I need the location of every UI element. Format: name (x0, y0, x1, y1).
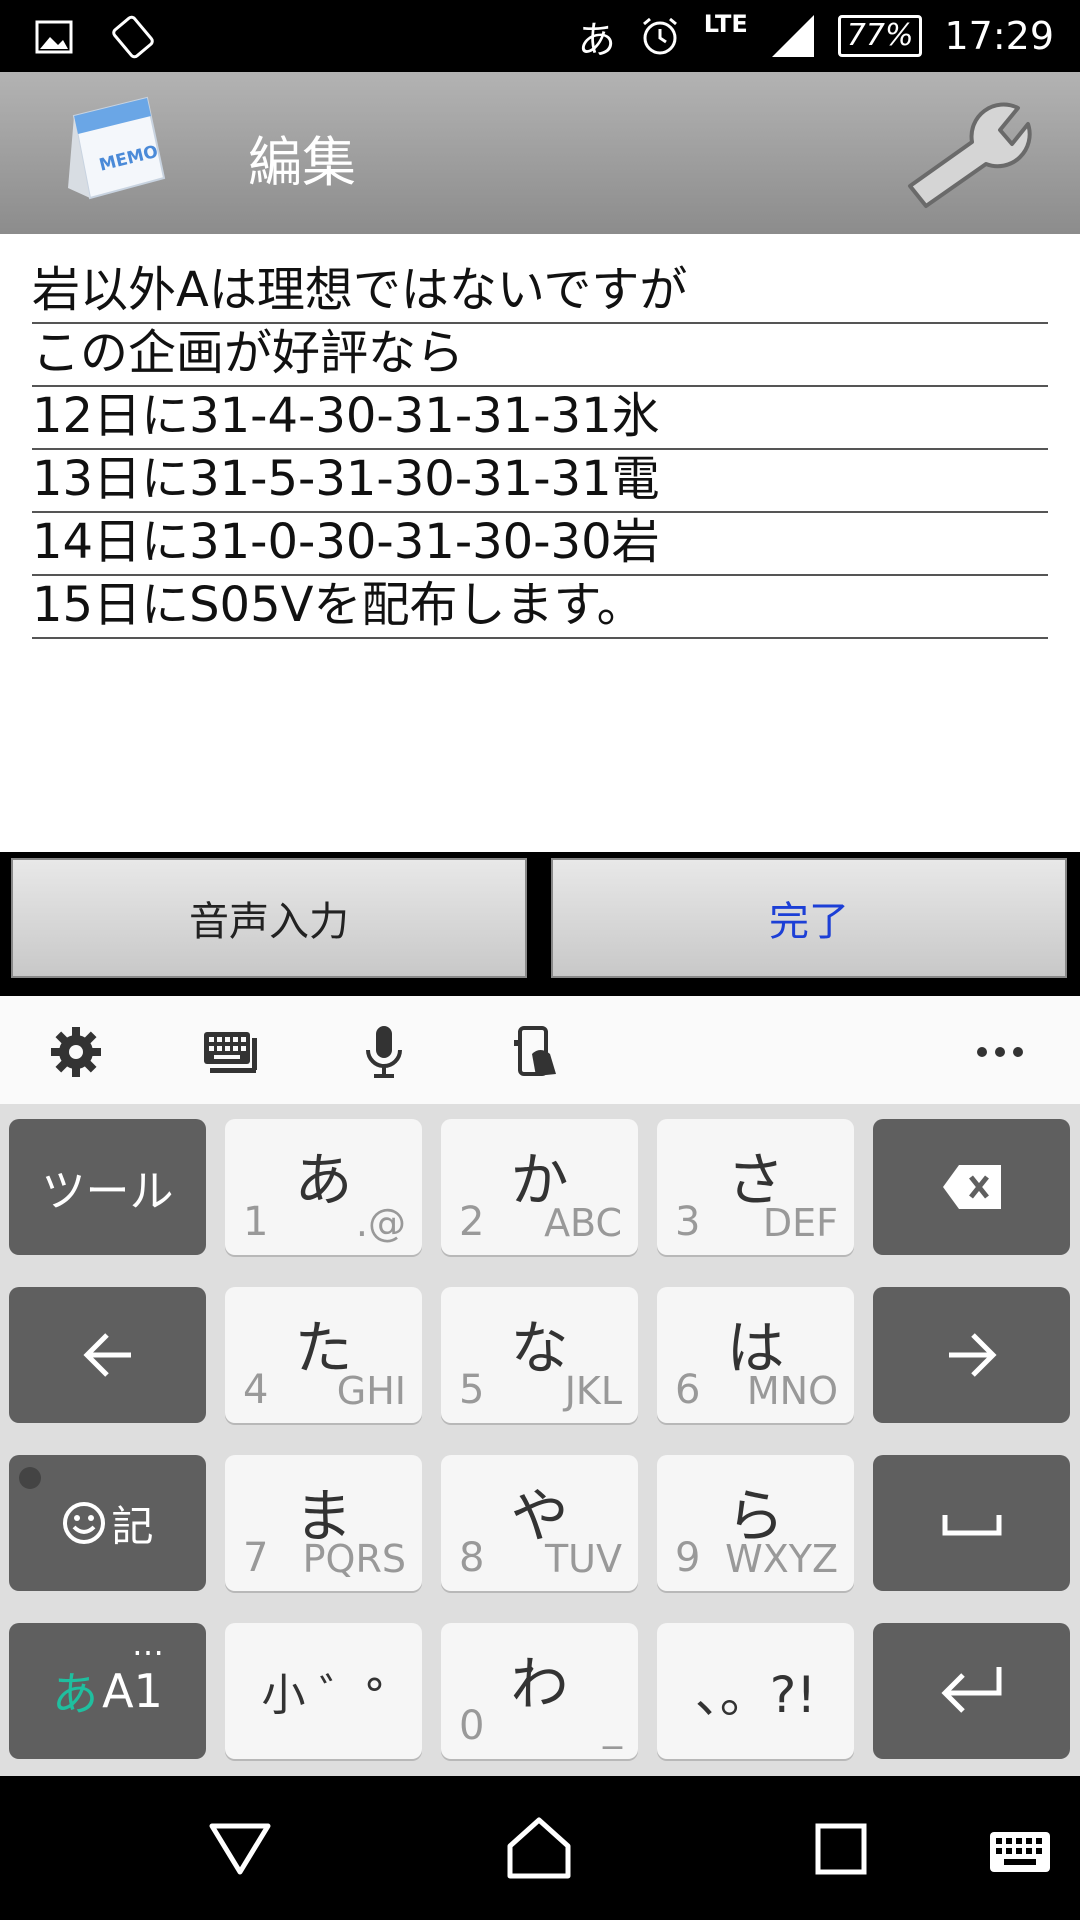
cursor-right-key[interactable] (873, 1287, 1070, 1423)
key-sub: .@ (355, 1201, 406, 1245)
action-bar: 音声入力 完了 (0, 852, 1080, 996)
key-sub: WXYZ (725, 1537, 838, 1581)
key-number: 2 (459, 1199, 485, 1245)
mode-alpha-label: A1 (102, 1664, 163, 1718)
key-number: 4 (243, 1367, 269, 1413)
enter-icon (941, 1667, 1002, 1713)
kana-key-ta[interactable]: た 4 GHI (225, 1287, 422, 1423)
key-sub: JKL (564, 1369, 622, 1413)
key-number: 8 (459, 1535, 485, 1581)
network-type: LTE (703, 10, 748, 38)
key-sub: DEF (762, 1201, 838, 1245)
rotate-icon (112, 15, 154, 59)
kana-key-ka[interactable]: か 2 ABC (441, 1119, 638, 1255)
kana-key-ra[interactable]: ら 9 WXYZ (657, 1455, 854, 1591)
clock: 17:29 (944, 14, 1054, 58)
home-icon[interactable] (506, 1816, 572, 1880)
keyboard: ツール あ 1 .@ か 2 ABC さ 3 DEF た 4 GHI な 5 J… (0, 1104, 1080, 1776)
memo-editor[interactable]: 岩以外Aは理想ではないですが この企画が好評なら 12日に31-4-30-31-… (0, 234, 1080, 852)
app-bar: MEMO 編集 (0, 72, 1080, 234)
emoji-key-label: 記 (111, 1501, 154, 1551)
kana-key-sa[interactable]: さ 3 DEF (657, 1119, 854, 1255)
backspace-icon (943, 1165, 1001, 1209)
key-number: 3 (675, 1199, 701, 1245)
mode-kana-label: あ (52, 1667, 99, 1721)
input-mode-key[interactable]: … あ A1 (9, 1623, 206, 1759)
key-number: 9 (675, 1535, 701, 1581)
keyboard-toolbar (0, 996, 1080, 1104)
signal-icon (771, 15, 814, 57)
key-number: 7 (243, 1535, 269, 1581)
cursor-left-key[interactable] (9, 1287, 206, 1423)
keyboard-picker-icon[interactable] (988, 1830, 1052, 1874)
key-number: 1 (243, 1199, 269, 1245)
battery-level: 77% (837, 15, 923, 57)
image-icon (35, 20, 73, 54)
more-options-icon[interactable] (972, 1024, 1028, 1080)
navigation-bar (0, 1776, 1080, 1920)
kana-key-ma[interactable]: ま 7 PQRS (225, 1455, 422, 1591)
smiley-icon (63, 1502, 106, 1544)
memo-line[interactable]: 14日に31-0-30-31-30-30岩 (32, 511, 1048, 576)
small-key-label: 小 ゛° (261, 1670, 386, 1721)
arrow-left-icon (83, 1333, 131, 1377)
memo-line[interactable]: 12日に31-4-30-31-31-31氷 (32, 385, 1048, 450)
key-sub: ABC (544, 1201, 622, 1245)
space-key[interactable] (873, 1455, 1070, 1591)
emoji-symbol-key[interactable]: 記 (9, 1455, 206, 1591)
done-button[interactable]: 完了 (551, 858, 1067, 978)
kana-key-na[interactable]: な 5 JKL (441, 1287, 638, 1423)
key-sub: _ (603, 1705, 622, 1749)
recent-apps-icon[interactable] (814, 1822, 868, 1876)
key-number: 0 (459, 1703, 485, 1749)
back-icon[interactable] (208, 1820, 272, 1878)
page-title: 編集 (248, 131, 356, 194)
small-dakuten-key[interactable]: 小 ゛° (225, 1623, 422, 1759)
one-hand-mode-icon[interactable] (510, 1024, 566, 1080)
enter-key[interactable] (873, 1623, 1070, 1759)
arrow-right-icon (949, 1333, 997, 1377)
key-number: 5 (459, 1367, 485, 1413)
settings-wrench-icon[interactable] (896, 94, 1036, 214)
voice-input-button[interactable]: 音声入力 (11, 858, 527, 978)
key-sub: MNO (746, 1369, 838, 1413)
memo-line[interactable]: 15日にS05Vを配布します。 (32, 574, 1048, 639)
punctuation-key[interactable]: 、。?! (657, 1623, 854, 1759)
kana-key-a[interactable]: あ 1 .@ (225, 1119, 422, 1255)
memo-app-icon: MEMO (68, 96, 166, 200)
memo-line[interactable]: 岩以外Aは理想ではないですが (32, 259, 1048, 324)
kana-key-wa[interactable]: わ 0 _ (441, 1623, 638, 1759)
kana-key-ha[interactable]: は 6 MNO (657, 1287, 854, 1423)
punctuation-label: 、。?! (694, 1666, 817, 1724)
memo-line[interactable]: この企画が好評なら (32, 322, 1048, 387)
ime-indicator: あ (577, 17, 616, 62)
key-sub: TUV (544, 1537, 622, 1581)
status-bar: あ LTE 77% 17:29 (0, 0, 1080, 72)
tool-key[interactable]: ツール (9, 1119, 206, 1255)
alarm-icon (642, 17, 677, 55)
kana-key-ya[interactable]: や 8 TUV (441, 1455, 638, 1591)
microphone-icon[interactable] (356, 1024, 412, 1080)
key-sub: PQRS (302, 1537, 406, 1581)
settings-gear-icon[interactable] (48, 1024, 104, 1080)
space-icon (942, 1515, 1002, 1536)
tool-key-label: ツール (41, 1166, 174, 1217)
memo-line[interactable]: 13日に31-5-31-30-31-31電 (32, 448, 1048, 513)
key-sub: GHI (336, 1369, 406, 1413)
key-number: 6 (675, 1367, 701, 1413)
keyboard-switch-icon[interactable] (202, 1024, 258, 1080)
backspace-key[interactable] (873, 1119, 1070, 1255)
